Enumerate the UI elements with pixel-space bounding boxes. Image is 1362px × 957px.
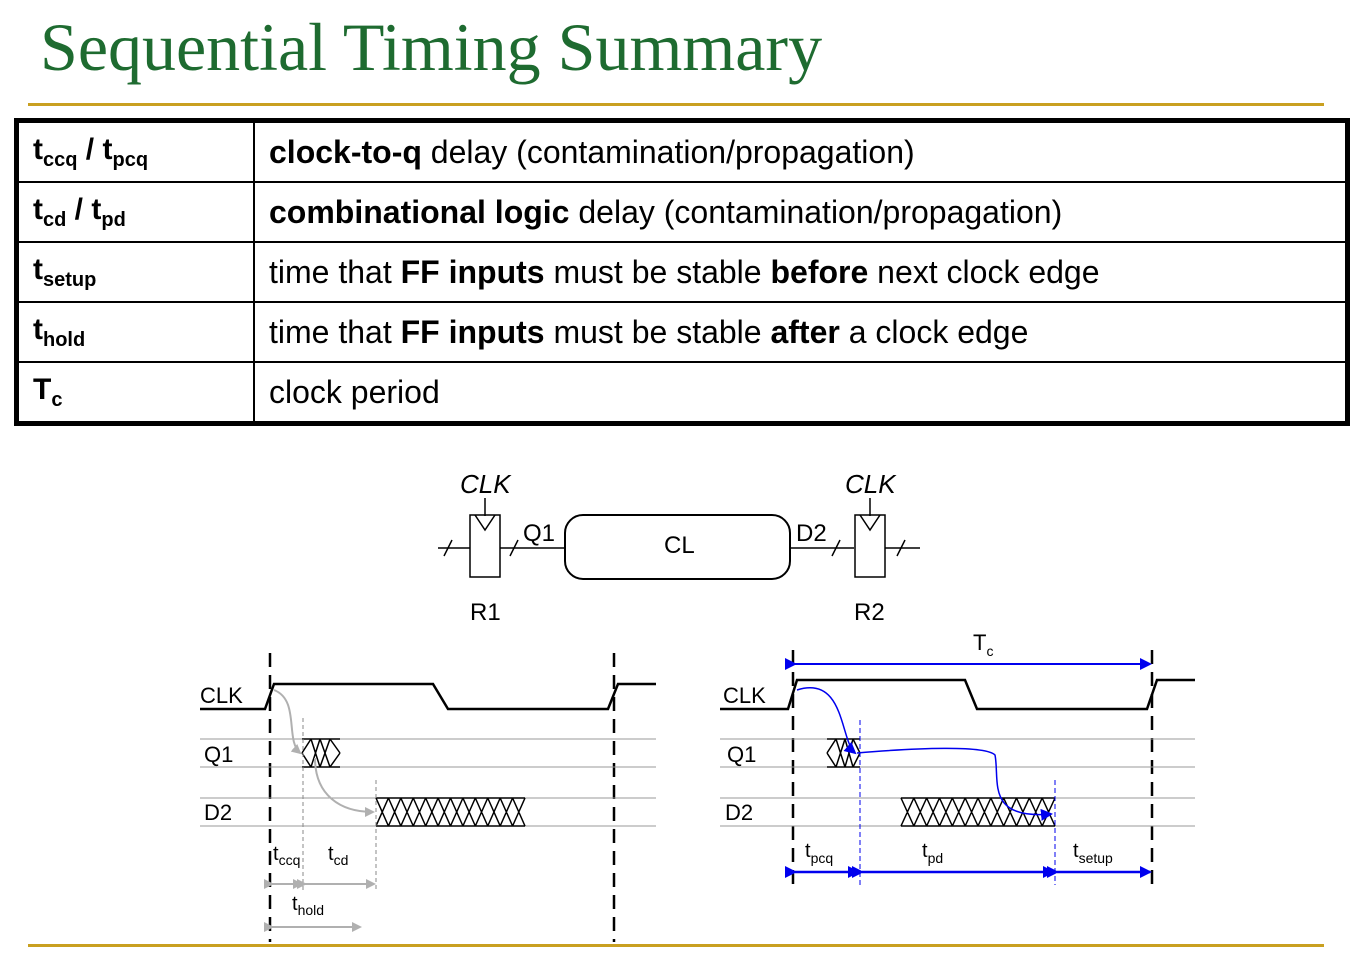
signal-d2-label: D2 [725,800,753,825]
signal-clk-label: CLK [200,683,243,708]
clock-triangle-r1-icon [474,514,496,532]
table-row: tsetup time that FF inputs must be stable… [15,241,1349,303]
symbol-cell: tcd / tpd [15,181,255,243]
symbol-subscript: cd [43,208,67,231]
description-cell: clock period [253,361,1349,425]
timing-definitions-table: tccq / tpcq clock-to-q delay (contaminati… [14,118,1350,426]
description-text: time that [269,313,401,350]
q1-to-d2-arrow [314,757,375,817]
q1-waveform [720,738,1195,768]
symbol-subscript: hold [43,328,86,351]
signal-q1-label: Q1 [204,742,233,767]
hold-timing-diagram: CLK Q1 D2 tccq tcd thold [200,653,656,942]
tccq-label: tccq [273,843,300,868]
footer-divider [28,944,1324,947]
title-divider [28,103,1324,106]
symbol-text: / [77,132,103,166]
clk-label-r2: CLK [845,469,897,499]
description-cell: time that FF inputs must be stable befor… [253,241,1349,303]
symbol-text: t [33,312,43,346]
clk-waveform [200,682,656,711]
symbol-cell: Tc [15,361,255,425]
symbol-cell: tccq / tpcq [15,119,255,183]
table-row: tcd / tpd combinational logic delay (cont… [15,181,1349,243]
symbol-text: t [91,192,102,226]
description-text: time that [269,253,401,290]
description-text: a clock edge [839,313,1029,350]
description-text: clock period [269,373,440,410]
d2-waveform [720,797,1195,827]
d2-label: D2 [796,520,827,547]
clk-to-q1-arrow [273,689,302,755]
cl-label: CL [664,532,695,559]
tsetup-label: tsetup [1073,840,1113,866]
symbol-subscript: c [51,388,63,411]
description-bold-text: clock-to-q [269,133,422,170]
table-row: thold time that FF inputs must be stable … [15,301,1349,363]
symbol-text: t [33,132,43,166]
symbol-subscript: pd [101,208,126,231]
clk-label-r1: CLK [460,469,512,499]
circuit-diagram: CLK Q1 CL D2 CLK R1 R2 [438,469,920,626]
symbol-subscript: ccq [43,148,78,171]
register-r2 [854,514,886,578]
description-cell: combinational logic delay (contamination… [253,181,1349,243]
description-text: must be stable [544,253,771,290]
table-row: tccq / tpcq clock-to-q delay (contaminati… [15,119,1349,183]
symbol-text: t [33,192,43,226]
symbol-cell: tsetup [15,241,255,303]
description-bold-text: after [770,313,840,350]
symbol-text: t [33,252,43,286]
q1-to-d2-arrow [856,747,1053,821]
signal-d2-label: D2 [204,800,232,825]
description-bold-text: FF inputs [400,313,545,350]
setup-timing-diagram: Tc CLK Q1 D2 tpcq tpd tsetup [720,630,1195,885]
symbol-text: / [66,192,92,226]
symbol-subscript: setup [43,268,97,291]
tpcq-label: tpcq [805,840,833,866]
description-cell: time that FF inputs must be stable after… [253,301,1349,363]
clock-triangle-r2-icon [859,514,881,532]
tcd-label: tcd [328,843,348,868]
symbol-text: T [33,372,52,406]
register-r1 [469,514,501,578]
description-text: delay (contamination/propagation) [421,133,915,170]
tc-label: Tc [973,630,993,659]
signal-q1-label: Q1 [727,742,756,767]
description-bold-text: before [770,253,869,290]
description-text: must be stable [544,313,771,350]
thold-label: thold [292,893,324,918]
signal-clk-label: CLK [723,683,766,708]
description-text: next clock edge [868,253,1100,290]
symbol-cell: thold [15,301,255,363]
page-title: Sequential Timing Summary [40,9,823,85]
description-cell: clock-to-q delay (contamination/propagat… [253,119,1349,183]
description-bold-text: FF inputs [400,253,545,290]
q1-waveform [200,738,656,768]
clk-waveform [720,678,1195,711]
symbol-text: t [102,132,113,166]
tpd-label: tpd [922,840,943,866]
description-text: delay (contamination/propagation) [569,193,1063,230]
description-bold-text: combinational logic [269,193,570,230]
table-row: Tc clock period [15,361,1349,425]
symbol-subscript: pcq [112,148,149,171]
d2-waveform [200,797,656,827]
q1-label: Q1 [523,520,555,547]
